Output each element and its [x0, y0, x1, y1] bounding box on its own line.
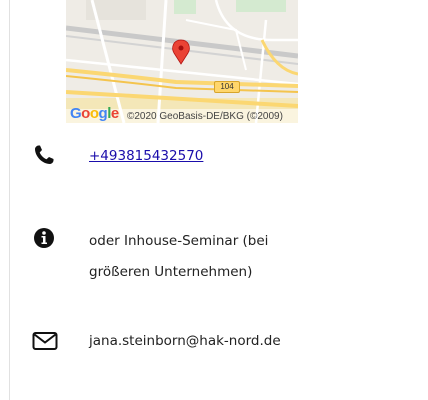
phone-link[interactable]: +493815432570 [89, 148, 203, 164]
location-map[interactable]: 104 Google ©2020 GeoBasis-DE/BKG (©2009) [66, 0, 298, 123]
email-address[interactable]: jana.steinborn@hak-nord.de [89, 333, 281, 349]
map-copyright: ©2020 GeoBasis-DE/BKG (©2009) [127, 111, 283, 122]
map-attribution-bar: Google ©2020 GeoBasis-DE/BKG (©2009) [66, 105, 298, 123]
route-shield: 104 [214, 81, 240, 93]
info-text: oder Inhouse-Seminar (bei größeren Unter… [89, 233, 269, 280]
left-border [9, 0, 10, 400]
phone-icon [32, 143, 56, 171]
google-logo[interactable]: Google [70, 105, 119, 122]
info-circle-icon [32, 226, 56, 254]
envelope-icon [32, 330, 58, 356]
